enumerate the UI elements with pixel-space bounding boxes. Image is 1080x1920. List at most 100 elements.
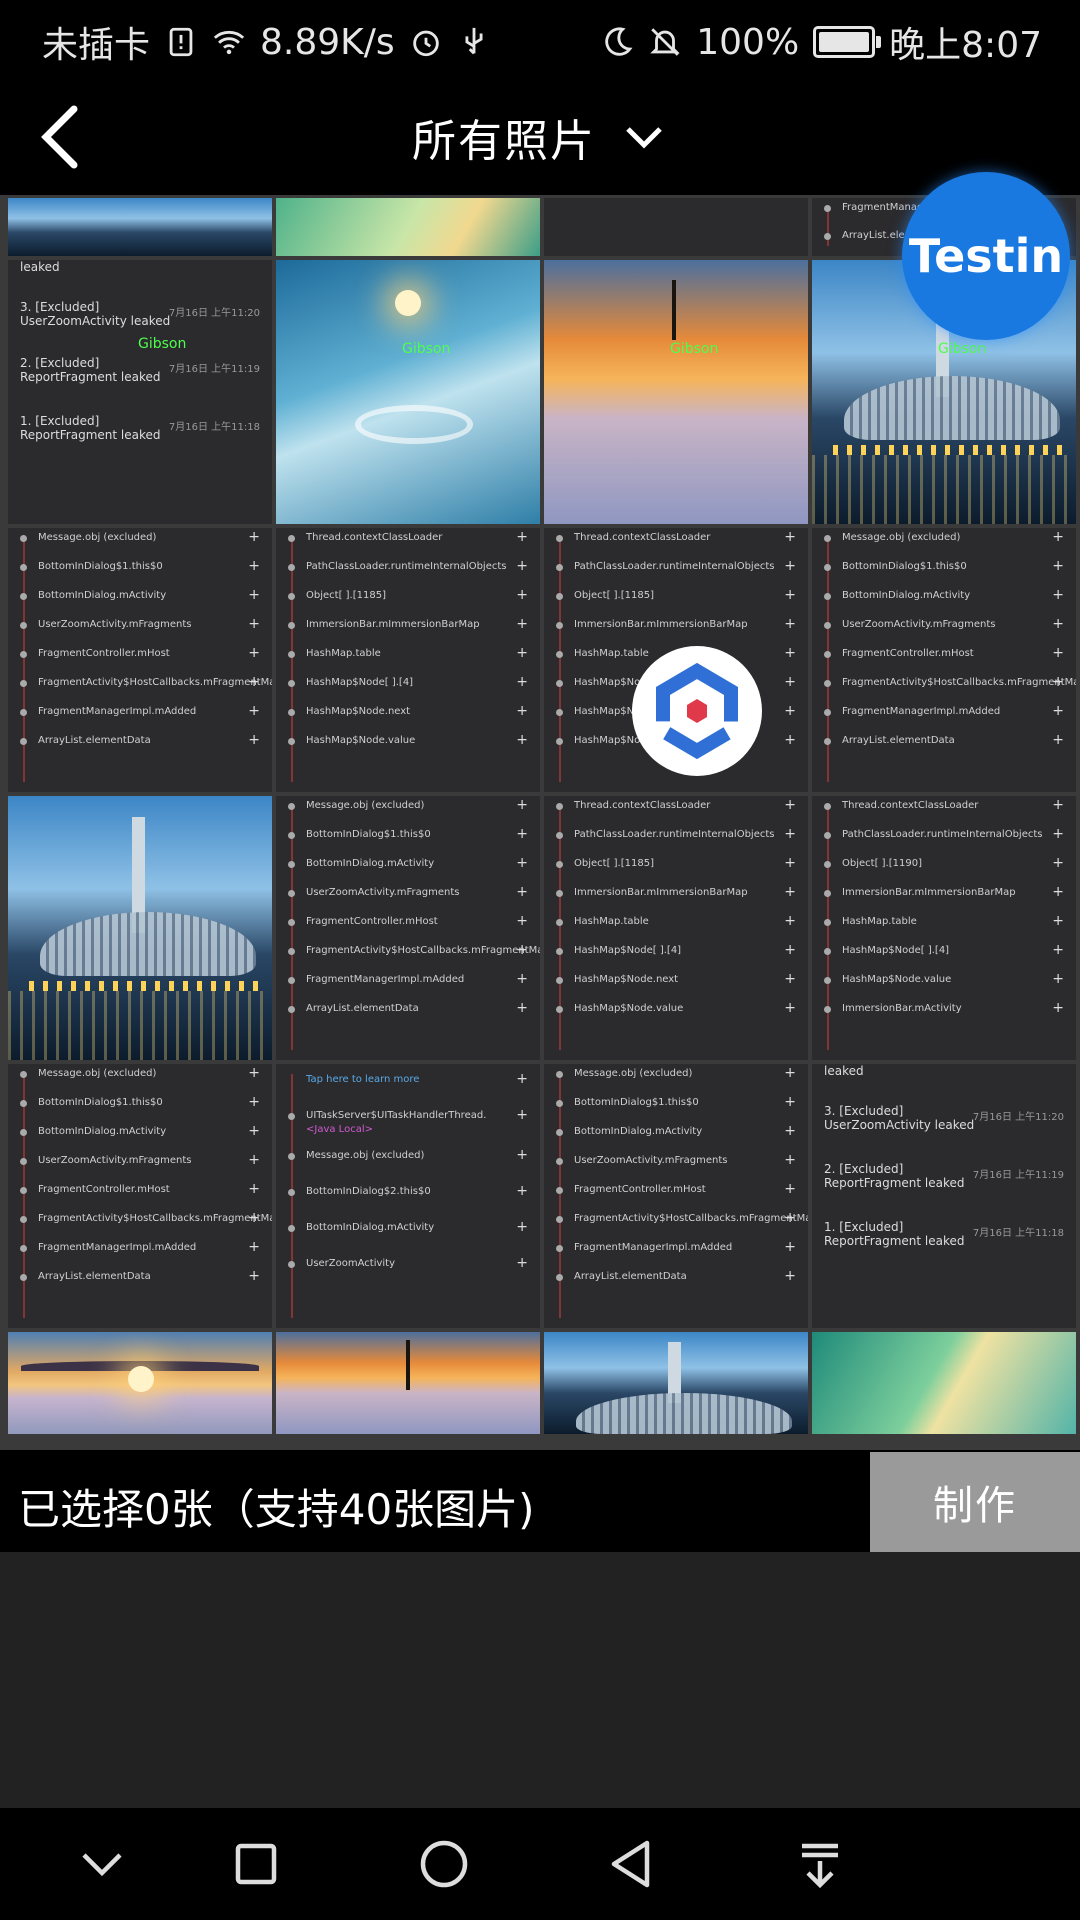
screenshot-text: UserZoomActivity leaked <box>20 314 171 328</box>
chevron-down-icon[interactable] <box>72 1834 132 1894</box>
expand-plus-icon: + <box>1052 971 1064 987</box>
code-row: FragmentManagerImpl.mAdded + <box>16 1239 264 1260</box>
expand-plus-icon: + <box>784 855 796 871</box>
row-dot <box>288 832 295 839</box>
empty-area <box>0 1552 1080 1808</box>
photo-thumbnail[interactable]: Gibson <box>276 260 540 524</box>
row-dot <box>20 1071 27 1078</box>
screenshot-text: HashMap.table <box>574 916 649 927</box>
photo-thumbnail[interactable] <box>544 1332 808 1434</box>
photo-thumbnail[interactable]: Gibson <box>544 260 808 524</box>
expand-plus-icon: + <box>784 1123 796 1139</box>
photo-thumbnail[interactable]: Thread.contextClassLoader + PathClassLoade… <box>812 796 1076 1060</box>
code-row: FragmentActivity$HostCallbacks.mFragment… <box>552 1210 808 1231</box>
code-row: ImmersionBar.mActivity + <box>820 1000 1068 1021</box>
screenshot-text: Message.obj (excluded) <box>306 800 425 811</box>
expand-plus-icon: + <box>248 1094 260 1110</box>
circle-home-icon[interactable] <box>414 1834 474 1894</box>
screenshot-text: HashMap.table <box>306 648 381 659</box>
screenshot-text: UserZoomActivity.mFragments <box>306 887 460 898</box>
expand-plus-icon: + <box>248 674 260 690</box>
expand-plus-icon: + <box>1052 703 1064 719</box>
hexagon-logo-icon <box>656 663 738 759</box>
triangle-back-icon[interactable] <box>602 1834 662 1894</box>
expand-plus-icon: + <box>248 1152 260 1168</box>
photo-thumbnail[interactable]: Message.obj (excluded) + BottomInDialog$1.… <box>8 528 272 792</box>
screenshot-text: Message.obj (excluded) <box>38 532 157 543</box>
photo-thumbnail[interactable] <box>8 796 272 1060</box>
code-row: PathClassLoader.runtimeInternalObjects + <box>284 558 532 579</box>
code-row: BottomInDialog.mActivity + <box>16 587 264 608</box>
testin-floating-button[interactable]: Testin <box>902 172 1070 340</box>
screenshot-text: BottomInDialog.mActivity <box>306 858 435 869</box>
photo-thumbnail[interactable]: Message.obj (excluded) + BottomInDialog$1.… <box>276 796 540 1060</box>
photo-thumbnail[interactable] <box>276 1332 540 1434</box>
row-dot <box>288 651 295 658</box>
code-row: HashMap$Node.value + <box>552 1000 800 1021</box>
screenshot-text: FragmentManagerImpl.mAdded <box>38 1242 197 1253</box>
square-recent-icon[interactable] <box>226 1834 286 1894</box>
code-row: FragmentManagerImpl.mAdded + <box>16 703 264 724</box>
code-row: FragmentActivity$HostCallbacks.mFragment… <box>820 674 1076 695</box>
screenshot-text: FragmentActivity$HostCallbacks.mFragment… <box>38 1213 272 1224</box>
expand-plus-icon: + <box>516 616 528 632</box>
screenshot-text: UserZoomActivity.mFragments <box>842 619 996 630</box>
app-header: 所有照片 <box>0 75 1080 195</box>
row-dot <box>556 919 563 926</box>
photo-thumbnail[interactable] <box>8 198 272 256</box>
code-row: BottomInDialog.mActivity + <box>552 1123 800 1144</box>
row-dot <box>20 593 27 600</box>
screenshot-text: FragmentController.mHost <box>574 1184 706 1195</box>
expand-plus-icon: + <box>516 913 528 929</box>
photo-thumbnail[interactable]: Message.obj (excluded) + BottomInDialog$1.… <box>812 528 1076 792</box>
screenshot-text: FragmentController.mHost <box>38 648 170 659</box>
row-dot <box>288 622 295 629</box>
expand-plus-icon: + <box>784 616 796 632</box>
photo-thumbnail[interactable]: leaked 3. [Excluded] UserZoomActivity lea… <box>812 1064 1076 1328</box>
row-dot <box>556 535 563 542</box>
screenshot-text: BottomInDialog$1.this$0 <box>842 561 967 572</box>
row-dot <box>288 535 295 542</box>
code-row: Message.obj (excluded) + <box>16 1065 264 1086</box>
row-dot <box>556 803 563 810</box>
row-dot <box>556 1274 563 1281</box>
expand-plus-icon: + <box>784 1000 796 1016</box>
photo-thumbnail[interactable]: Tap here to learn more + UITaskServer$UIT… <box>276 1064 540 1328</box>
screenshot-text: UserZoomActivity leaked <box>824 1118 975 1132</box>
photo-thumbnail[interactable]: Thread.contextClassLoader + PathClassLoade… <box>544 796 808 1060</box>
code-row: BottomInDialog$1.this$0 + <box>16 558 264 579</box>
floating-assistant-button[interactable] <box>632 646 762 776</box>
make-button[interactable]: 制作 <box>870 1452 1080 1552</box>
code-row: UserZoomActivity.mFragments + <box>284 884 532 905</box>
photo-thumbnail[interactable]: Thread.contextClassLoader + PathClassLoade… <box>276 528 540 792</box>
notification-pull-icon[interactable] <box>790 1834 850 1894</box>
screenshot-text: Message.obj (excluded) <box>306 1150 425 1161</box>
expand-plus-icon: + <box>784 674 796 690</box>
row-dot <box>824 890 831 897</box>
photo-thumbnail[interactable]: Message.obj (excluded) + BottomInDialog$1.… <box>8 1064 272 1328</box>
screenshot-text: ArrayList.ele <box>842 230 905 241</box>
screenshot-text: 1. [Excluded] <box>20 414 100 428</box>
screenshot-text: BottomInDialog.mActivity <box>574 1126 703 1137</box>
expand-plus-icon: + <box>784 884 796 900</box>
code-row: FragmentController.mHost + <box>552 1181 800 1202</box>
screenshot-text: Thread.contextClassLoader <box>574 800 711 811</box>
album-selector[interactable]: 所有照片 <box>0 105 1080 169</box>
screenshot-text: UITaskServer$UITaskHandlerThread. <box>306 1110 487 1121</box>
expand-plus-icon: + <box>248 587 260 603</box>
screenshot-text: Thread.contextClassLoader <box>574 532 711 543</box>
photo-thumbnail[interactable]: leaked 3. [Excluded] UserZoomActivity lea… <box>8 260 272 524</box>
photo-thumbnail[interactable] <box>812 1332 1076 1434</box>
expand-plus-icon: + <box>516 884 528 900</box>
screenshot-text: PathClassLoader.runtimeInternalObjects <box>574 829 775 840</box>
expand-plus-icon: + <box>784 1094 796 1110</box>
row-dot <box>824 680 831 687</box>
photo-thumbnail[interactable] <box>276 198 540 256</box>
screenshot-text: 7月16日 上午11:18 <box>168 422 260 433</box>
code-row: HashMap$Node.next + <box>552 971 800 992</box>
code-row: PathClassLoader.runtimeInternalObjects + <box>820 826 1068 847</box>
photo-thumbnail[interactable] <box>8 1332 272 1434</box>
photo-thumbnail[interactable] <box>544 198 808 256</box>
photo-thumbnail[interactable]: Message.obj (excluded) + BottomInDialog$1.… <box>544 1064 808 1328</box>
screenshot-text: 2. [Excluded] <box>20 356 100 370</box>
